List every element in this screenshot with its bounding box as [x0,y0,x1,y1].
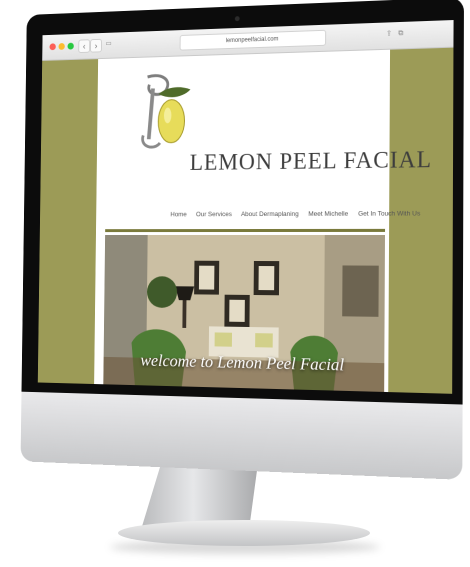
nav-item-our-services[interactable]: Our Services [196,211,232,218]
address-bar[interactable]: lemonpeelfacial.com [179,29,327,51]
stand-base [118,520,370,546]
web-page: LEMON PEEL FACIAL Home Our Services Abou… [94,49,432,393]
sidebar-icon[interactable]: ▭ [106,40,112,48]
close-window-button[interactable] [49,43,56,51]
nav-item-about-dermaplaning[interactable]: About Dermaplaning [241,211,299,218]
chevron-right-icon: › [94,40,98,51]
nav-item-home[interactable]: Home [170,211,186,218]
site-nav: Home Our Services About Dermaplaning Mee… [170,210,420,218]
monitor-bezel: ‹ › ▭ lemonpeelfacial.com ⇪ ⧉ LEMON PEEL… [21,0,464,406]
monitor-chin [20,391,463,480]
tabs-icon[interactable]: ⧉ [398,30,405,38]
lemon-logo-icon [134,70,191,157]
chevron-left-icon: ‹ [82,41,86,51]
monitor: ‹ › ▭ lemonpeelfacial.com ⇪ ⧉ LEMON PEEL… [17,0,470,480]
imac-mockup: ‹ › ▭ lemonpeelfacial.com ⇪ ⧉ LEMON PEEL… [0,0,470,567]
maximize-window-button[interactable] [67,42,74,50]
back-button[interactable]: ‹ [78,39,91,54]
site-title: LEMON PEEL FACIAL [189,146,433,175]
screen: ‹ › ▭ lemonpeelfacial.com ⇪ ⧉ LEMON PEEL… [37,20,454,394]
forward-button[interactable]: › [90,38,103,53]
nav-item-meet-michelle[interactable]: Meet Michelle [308,211,348,218]
minimize-window-button[interactable] [58,42,65,50]
share-icon[interactable]: ⇪ [386,30,393,38]
hero-image: welcome to Lemon Peel Facial [103,235,386,392]
nav-item-get-in-touch[interactable]: Get In Touch With Us [358,210,420,217]
header-divider [105,228,386,233]
camera-icon [234,16,240,22]
